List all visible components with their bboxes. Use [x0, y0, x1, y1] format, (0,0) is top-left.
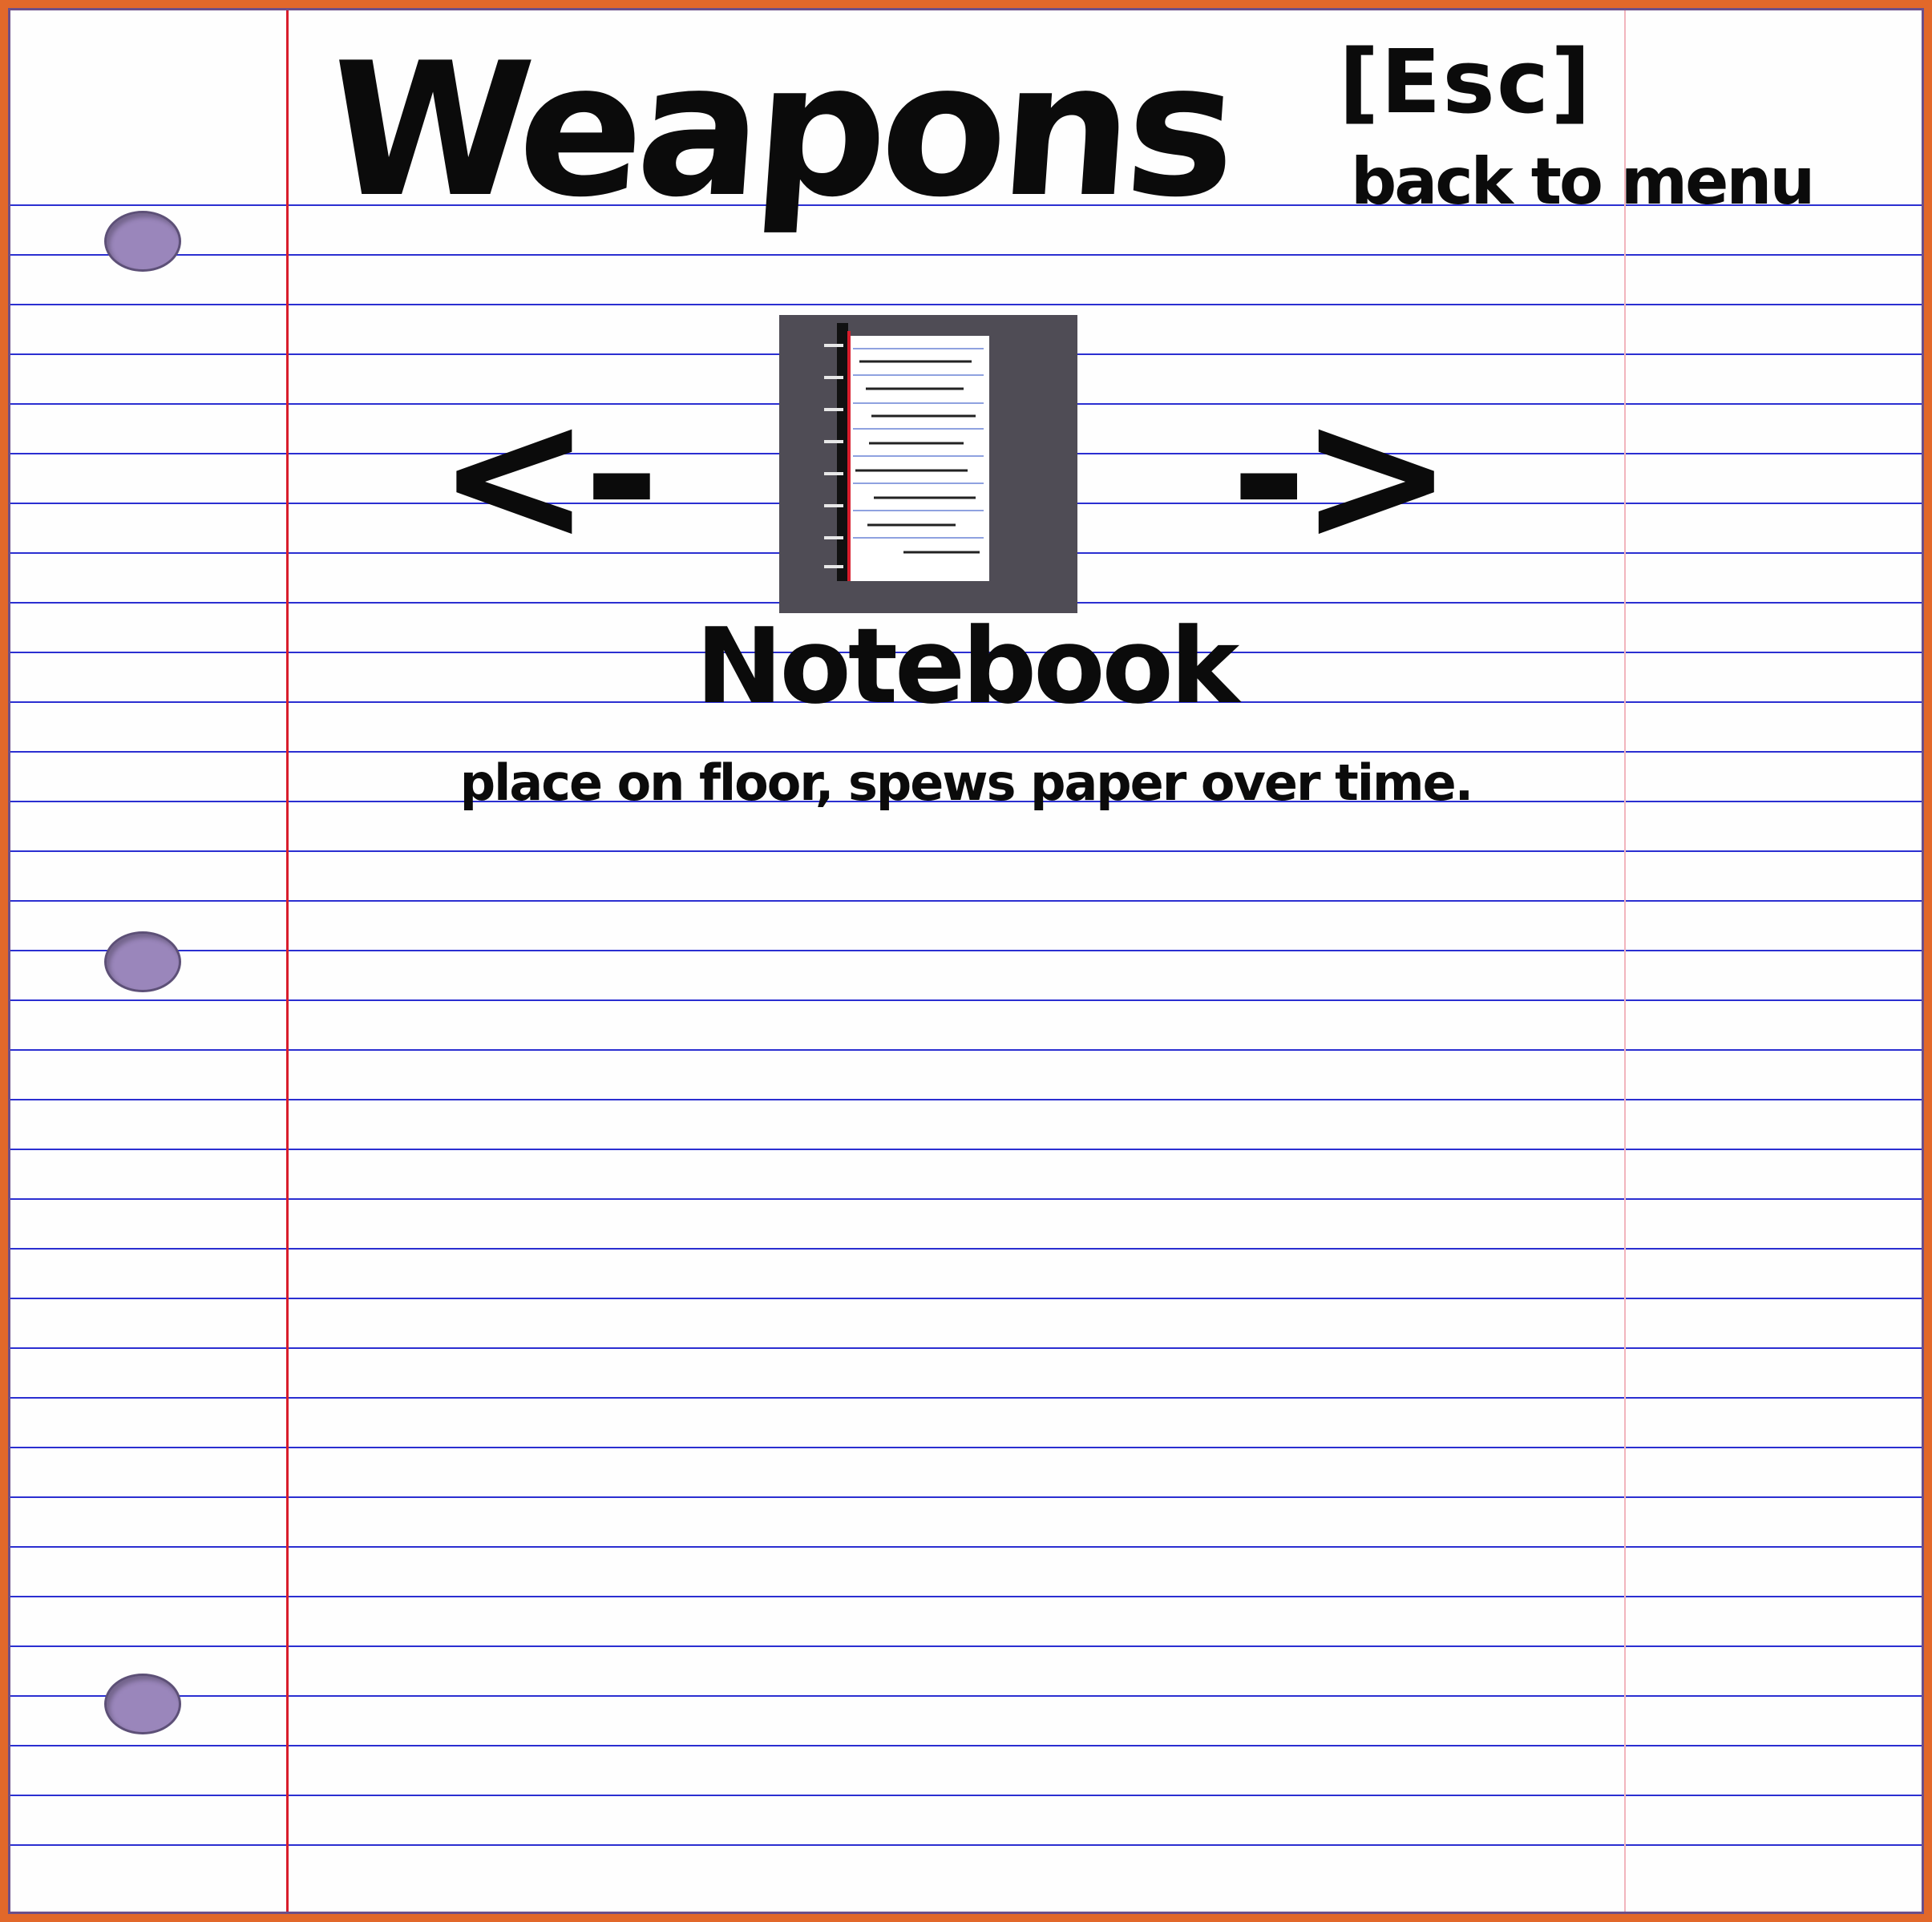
- next-weapon-arrow[interactable]: ->: [1231, 385, 1453, 569]
- binder-hole-top: [104, 211, 181, 272]
- back-to-menu-button[interactable]: back to menu: [1351, 144, 1815, 219]
- left-margin-line: [286, 8, 289, 1914]
- previous-weapon-arrow[interactable]: <-: [437, 385, 660, 569]
- page-title: Weapons: [321, 24, 1238, 238]
- weapon-preview: [779, 315, 1077, 613]
- ruled-lines: [8, 204, 1924, 1846]
- binder-hole-bottom: [104, 1674, 181, 1734]
- esc-key-hint[interactable]: [Esc]: [1339, 30, 1592, 133]
- right-margin-line: [1624, 8, 1626, 1914]
- weapon-description: place on floor, spews paper over time.: [459, 753, 1473, 812]
- notebook-icon: [824, 323, 989, 581]
- notebook-paper-background: Weapons [Esc] back to menu <- -> Noteboo…: [0, 0, 1932, 1922]
- weapon-name: Notebook: [695, 605, 1240, 727]
- binder-hole-middle: [104, 931, 181, 992]
